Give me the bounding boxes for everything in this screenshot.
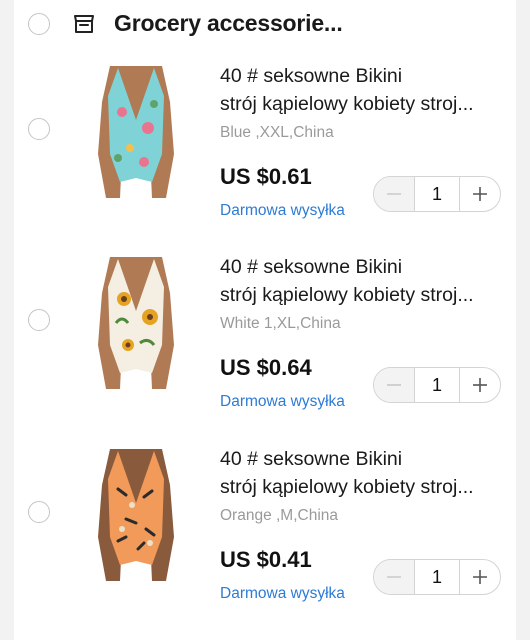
product-price: US $0.64 <box>220 355 312 380</box>
cart-item: 40 # seksowne Bikini strój kąpielowy kob… <box>14 445 516 635</box>
store-name[interactable]: Grocery accessorie... <box>114 10 343 37</box>
quantity-value[interactable]: 1 <box>415 368 459 402</box>
item-select-radio[interactable] <box>28 118 50 140</box>
decrease-quantity-button[interactable] <box>374 560 415 594</box>
free-shipping-label: Darmowa wysyłka <box>220 585 345 602</box>
product-variant[interactable]: White 1,XL,China <box>220 315 341 333</box>
product-variant[interactable]: Blue ,XXL,China <box>220 124 334 142</box>
free-shipping-label: Darmowa wysyłka <box>220 393 345 410</box>
product-price: US $0.41 <box>220 547 312 572</box>
product-title[interactable]: 40 # seksowne Bikini strój kąpielowy kob… <box>220 62 510 118</box>
increase-quantity-button[interactable] <box>459 177 500 211</box>
increase-quantity-button[interactable] <box>459 368 500 402</box>
decrease-quantity-button[interactable] <box>374 177 415 211</box>
product-thumbnail[interactable] <box>88 62 184 198</box>
plus-icon <box>473 187 487 201</box>
product-title[interactable]: 40 # seksowne Bikini strój kąpielowy kob… <box>220 445 510 501</box>
quantity-value[interactable]: 1 <box>415 177 459 211</box>
product-thumbnail[interactable] <box>88 253 184 389</box>
quantity-value[interactable]: 1 <box>415 560 459 594</box>
cart-store-card: Grocery accessorie... 40 # seksowne Biki… <box>14 0 516 640</box>
quantity-stepper: 1 <box>373 176 501 212</box>
plus-icon <box>473 378 487 392</box>
store-header: Grocery accessorie... <box>14 0 516 50</box>
product-price: US $0.61 <box>220 164 312 189</box>
cart-item: 40 # seksowne Bikini strój kąpielowy kob… <box>14 253 516 443</box>
store-icon <box>74 15 94 33</box>
increase-quantity-button[interactable] <box>459 560 500 594</box>
product-title[interactable]: 40 # seksowne Bikini strój kąpielowy kob… <box>220 253 510 309</box>
decrease-quantity-button[interactable] <box>374 368 415 402</box>
quantity-stepper: 1 <box>373 559 501 595</box>
store-select-radio[interactable] <box>28 13 50 35</box>
cart-item: 40 # seksowne Bikini strój kąpielowy kob… <box>14 62 516 252</box>
item-select-radio[interactable] <box>28 501 50 523</box>
product-variant[interactable]: Orange ,M,China <box>220 507 338 525</box>
minus-icon <box>387 384 401 386</box>
product-thumbnail[interactable] <box>88 445 184 581</box>
item-select-radio[interactable] <box>28 309 50 331</box>
plus-icon <box>473 570 487 584</box>
quantity-stepper: 1 <box>373 367 501 403</box>
free-shipping-label: Darmowa wysyłka <box>220 202 345 219</box>
minus-icon <box>387 576 401 578</box>
minus-icon <box>387 193 401 195</box>
